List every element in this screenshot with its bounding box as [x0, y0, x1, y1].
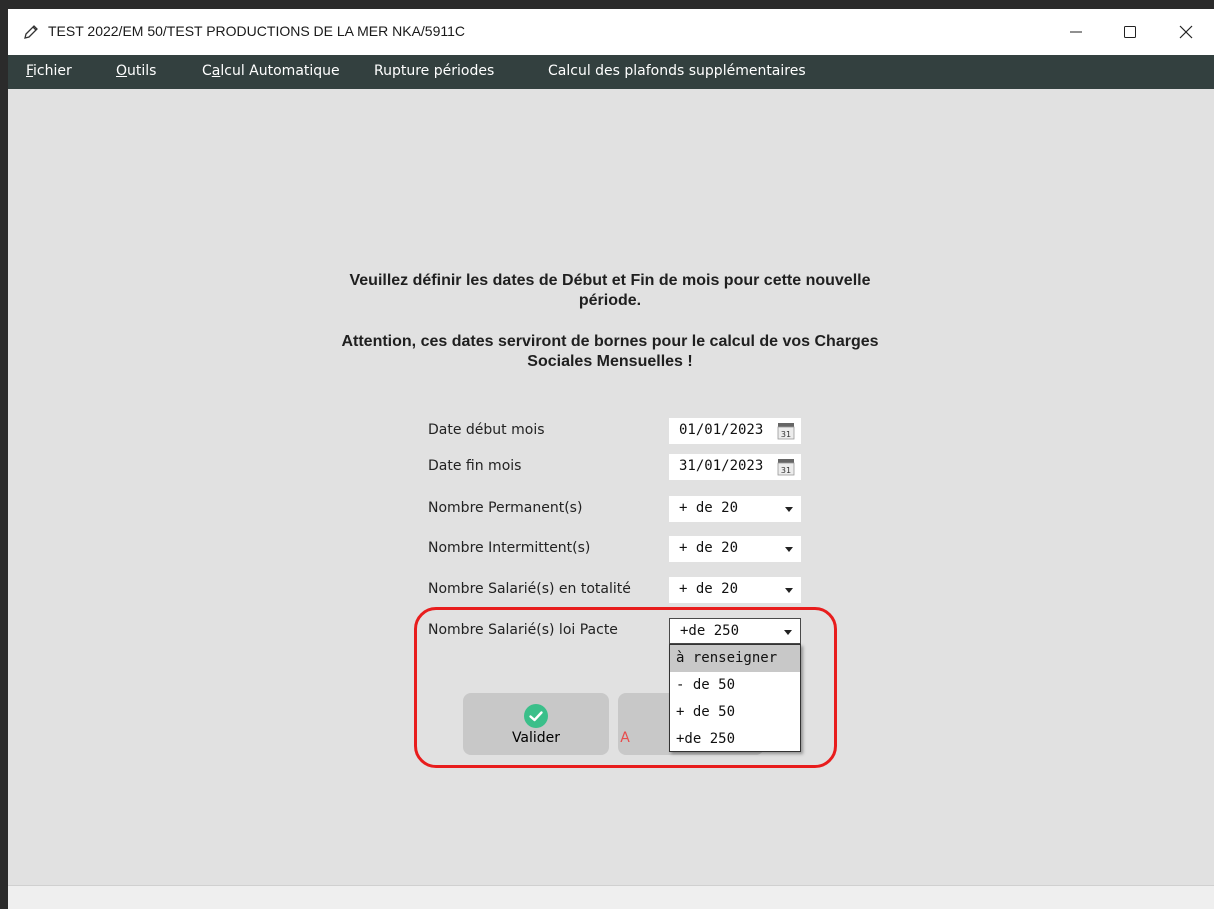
- minimize-icon: [1070, 31, 1082, 33]
- dropdown-option[interactable]: - de 50: [670, 672, 800, 699]
- window-title: TEST 2022/EM 50/TEST PRODUCTIONS DE LA M…: [48, 23, 466, 39]
- menu-calcul-automatique[interactable]: Calcul Automatique: [202, 63, 340, 79]
- label-salaries-total: Nombre Salarié(s) en totalité: [428, 581, 631, 597]
- dropdown-option[interactable]: + de 50: [670, 699, 800, 726]
- salaries-total-value: + de 20: [679, 581, 739, 597]
- menu-fichier[interactable]: Fichier: [26, 63, 72, 79]
- minimize-button[interactable]: [1053, 9, 1099, 55]
- menu-outils[interactable]: Outils: [116, 63, 156, 79]
- title-bar[interactable]: TEST 2022/EM 50/TEST PRODUCTIONS DE LA M…: [8, 9, 1214, 55]
- warning-line: Attention, ces dates serviront de bornes…: [341, 333, 879, 350]
- salaries-pacte-select[interactable]: +de 250: [669, 618, 801, 644]
- instruction-text-2: Attention, ces dates serviront de bornes…: [290, 332, 930, 372]
- instruction-line: période.: [578, 292, 642, 309]
- chevron-down-icon: [784, 630, 792, 635]
- intermittents-value: + de 20: [679, 540, 739, 556]
- warning-line: Sociales Mensuelles !: [527, 353, 693, 370]
- salaries-pacte-dropdown: à renseigner - de 50 + de 50 +de 250: [669, 644, 801, 752]
- salaries-total-select[interactable]: + de 20: [669, 577, 801, 603]
- instruction-line: Veuillez définir les dates de Début et F…: [349, 272, 871, 289]
- close-icon: [1179, 25, 1193, 39]
- close-button[interactable]: [1163, 9, 1209, 55]
- maximize-icon: [1124, 26, 1136, 38]
- menu-rupture-periodes[interactable]: Rupture périodes: [374, 63, 494, 79]
- salaries-pacte-value: +de 250: [680, 623, 740, 639]
- permanents-value: + de 20: [679, 500, 739, 516]
- menu-bar: Fichier Outils Calcul Automatique Ruptur…: [8, 55, 1214, 89]
- label-salaries-pacte: Nombre Salarié(s) loi Pacte: [428, 622, 618, 638]
- instruction-text-1: Veuillez définir les dates de Début et F…: [290, 271, 930, 311]
- menu-calcul-plafonds[interactable]: Calcul des plafonds supplémentaires: [548, 63, 806, 79]
- chevron-down-icon: [785, 547, 793, 552]
- calendar-icon[interactable]: 31: [777, 458, 795, 476]
- label-intermittents: Nombre Intermittent(s): [428, 540, 591, 556]
- dropdown-option[interactable]: à renseigner: [670, 645, 800, 672]
- date-fin-value: 31/01/2023: [679, 458, 764, 474]
- calendar-day: 31: [781, 430, 791, 439]
- chevron-down-icon: [785, 588, 793, 593]
- label-permanents: Nombre Permanent(s): [428, 500, 583, 516]
- date-fin-field[interactable]: 31/01/2023 31: [669, 454, 801, 480]
- check-circle-icon: [524, 704, 548, 728]
- date-debut-value: 01/01/2023: [679, 422, 764, 438]
- date-debut-field[interactable]: 01/01/2023 31: [669, 418, 801, 444]
- permanents-select[interactable]: + de 20: [669, 496, 801, 522]
- dropdown-option[interactable]: +de 250: [670, 726, 800, 753]
- label-date-debut: Date début mois: [428, 422, 545, 438]
- calendar-icon[interactable]: 31: [777, 422, 795, 440]
- app-window: TEST 2022/EM 50/TEST PRODUCTIONS DE LA M…: [8, 9, 1214, 909]
- intermittents-select[interactable]: + de 20: [669, 536, 801, 562]
- status-bar: [8, 885, 1214, 909]
- pencil-icon: [24, 25, 38, 39]
- maximize-button[interactable]: [1107, 9, 1153, 55]
- chevron-down-icon: [785, 507, 793, 512]
- label-date-fin: Date fin mois: [428, 458, 522, 474]
- calendar-day: 31: [781, 466, 791, 475]
